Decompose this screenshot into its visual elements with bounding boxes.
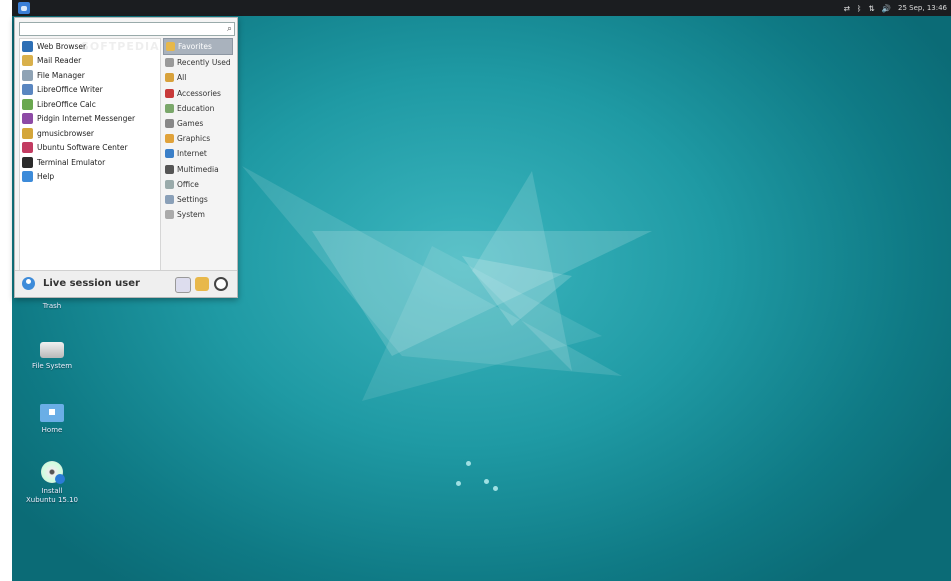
category-item[interactable]: Graphics: [163, 131, 233, 146]
category-label: Accessories: [177, 88, 221, 98]
settings-manager-button[interactable]: [175, 277, 191, 293]
category-item[interactable]: Multimedia: [163, 162, 233, 177]
category-label: System: [177, 210, 205, 220]
desktop-icon-file-system[interactable]: File System: [17, 342, 87, 371]
cd-install-icon: [41, 461, 65, 484]
user-avatar-icon: [22, 277, 35, 290]
search-icon[interactable]: ⌕: [227, 23, 232, 35]
category-icon: [165, 210, 174, 220]
favorite-item[interactable]: gmusicbrowser: [20, 126, 160, 141]
category-label: All: [177, 73, 187, 83]
app-icon: [22, 171, 33, 183]
category-icon: [165, 58, 174, 68]
category-item[interactable]: Office: [163, 177, 233, 192]
category-icon: [165, 179, 174, 189]
category-item[interactable]: Accessories: [163, 86, 233, 101]
app-icon: [22, 55, 33, 67]
category-item[interactable]: Settings: [163, 192, 233, 207]
desktop-icon-label: File System: [31, 362, 73, 370]
favorite-item[interactable]: File Manager: [20, 68, 160, 83]
loading-dot: [466, 461, 471, 466]
loading-dot: [484, 479, 489, 484]
favorite-item[interactable]: Help: [20, 170, 160, 185]
watermark: SOFTPEDIA: [81, 40, 160, 53]
category-icon: [165, 73, 174, 83]
favorite-item[interactable]: Mail Reader: [20, 54, 160, 69]
drive-icon: [40, 342, 64, 358]
category-label: Graphics: [177, 134, 211, 144]
bluetooth-icon[interactable]: ᛒ: [857, 4, 862, 13]
category-label: Office: [177, 179, 199, 189]
category-icon: [165, 103, 174, 113]
home-folder-icon: [40, 404, 64, 422]
favorite-item-label: Mail Reader: [37, 56, 82, 66]
favorite-item[interactable]: LibreOffice Calc: [20, 97, 160, 112]
favorite-item-label: Terminal Emulator: [37, 157, 106, 167]
app-icon: [22, 127, 33, 139]
favorite-item-label: LibreOffice Writer: [37, 85, 103, 95]
app-icon: [22, 84, 33, 96]
favorite-item-label: Web Browser: [37, 41, 87, 51]
category-label: Games: [177, 119, 204, 129]
category-label: Multimedia: [177, 164, 219, 174]
volume-icon[interactable]: 🔊: [882, 4, 891, 13]
category-label: Internet: [177, 149, 207, 159]
favorite-item-label: Pidgin Internet Messenger: [37, 114, 136, 124]
category-item[interactable]: Favorites: [163, 38, 233, 56]
desktop-icon-label: Home: [41, 426, 63, 434]
favorite-item[interactable]: Pidgin Internet Messenger: [20, 112, 160, 127]
category-item[interactable]: Internet: [163, 146, 233, 161]
clock[interactable]: 25 Sep, 13:46: [898, 4, 947, 12]
category-item[interactable]: Recently Used: [163, 55, 233, 70]
search-input[interactable]: ⌕: [19, 22, 235, 36]
menu-footer: Live session user: [15, 270, 237, 297]
category-icon: [165, 194, 174, 204]
transfer-icon[interactable]: ⇅: [868, 4, 874, 13]
power-button[interactable]: [214, 277, 228, 291]
system-tray: ⇄ ᛒ ⇅ 🔊 25 Sep, 13:46: [844, 2, 947, 14]
whisker-menu: ⌕ Web Browser Mail Reader File Manager Libr…: [14, 17, 238, 298]
top-panel: ⇄ ᛒ ⇅ 🔊 25 Sep, 13:46: [12, 0, 951, 16]
category-item[interactable]: All: [163, 70, 233, 85]
category-item[interactable]: Games: [163, 116, 233, 131]
category-label: Settings: [177, 194, 208, 204]
favorites-list: Web Browser Mail Reader File Manager LibreO…: [19, 38, 161, 272]
category-icon: [166, 42, 175, 52]
category-icon: [165, 88, 174, 98]
favorite-item-label: LibreOffice Calc: [37, 99, 96, 109]
lock-screen-button[interactable]: [195, 277, 209, 291]
category-item[interactable]: Education: [163, 101, 233, 116]
desktop-icon-install[interactable]: Install Xubuntu 15.10: [17, 461, 87, 505]
category-item[interactable]: System: [163, 207, 233, 222]
favorite-item[interactable]: Terminal Emulator: [20, 155, 160, 170]
app-icon: [22, 69, 33, 81]
app-icon: [22, 98, 33, 110]
category-label: Recently Used: [177, 58, 231, 68]
app-icon: [22, 142, 33, 154]
favorite-item[interactable]: LibreOffice Writer: [20, 83, 160, 98]
category-icon: [165, 149, 174, 159]
category-label: Favorites: [178, 42, 212, 52]
app-icon: [22, 40, 33, 52]
favorite-item-label: Help: [37, 172, 55, 182]
desktop-icon-label: Trash: [42, 302, 62, 310]
category-icon: [165, 164, 174, 174]
favorite-item-label: File Manager: [37, 70, 85, 80]
desktop-icon-label: Install Xubuntu 15.10: [26, 487, 78, 504]
network-icon[interactable]: ⇄: [844, 4, 850, 13]
category-label: Education: [177, 103, 215, 113]
loading-dot: [456, 481, 461, 486]
app-icon: [22, 113, 33, 125]
category-list: Favorites Recently Used All Accessories Educ…: [163, 38, 233, 222]
favorite-item[interactable]: Ubuntu Software Center: [20, 141, 160, 156]
category-icon: [165, 119, 174, 129]
category-icon: [165, 134, 174, 144]
loading-dot: [493, 486, 498, 491]
favorite-item-label: gmusicbrowser: [37, 128, 94, 138]
app-icon: [22, 156, 33, 168]
desktop-icon-home[interactable]: Home: [17, 404, 87, 435]
favorite-item-label: Ubuntu Software Center: [37, 143, 128, 153]
user-name: Live session user: [43, 278, 140, 289]
applications-menu-button[interactable]: [18, 2, 30, 14]
